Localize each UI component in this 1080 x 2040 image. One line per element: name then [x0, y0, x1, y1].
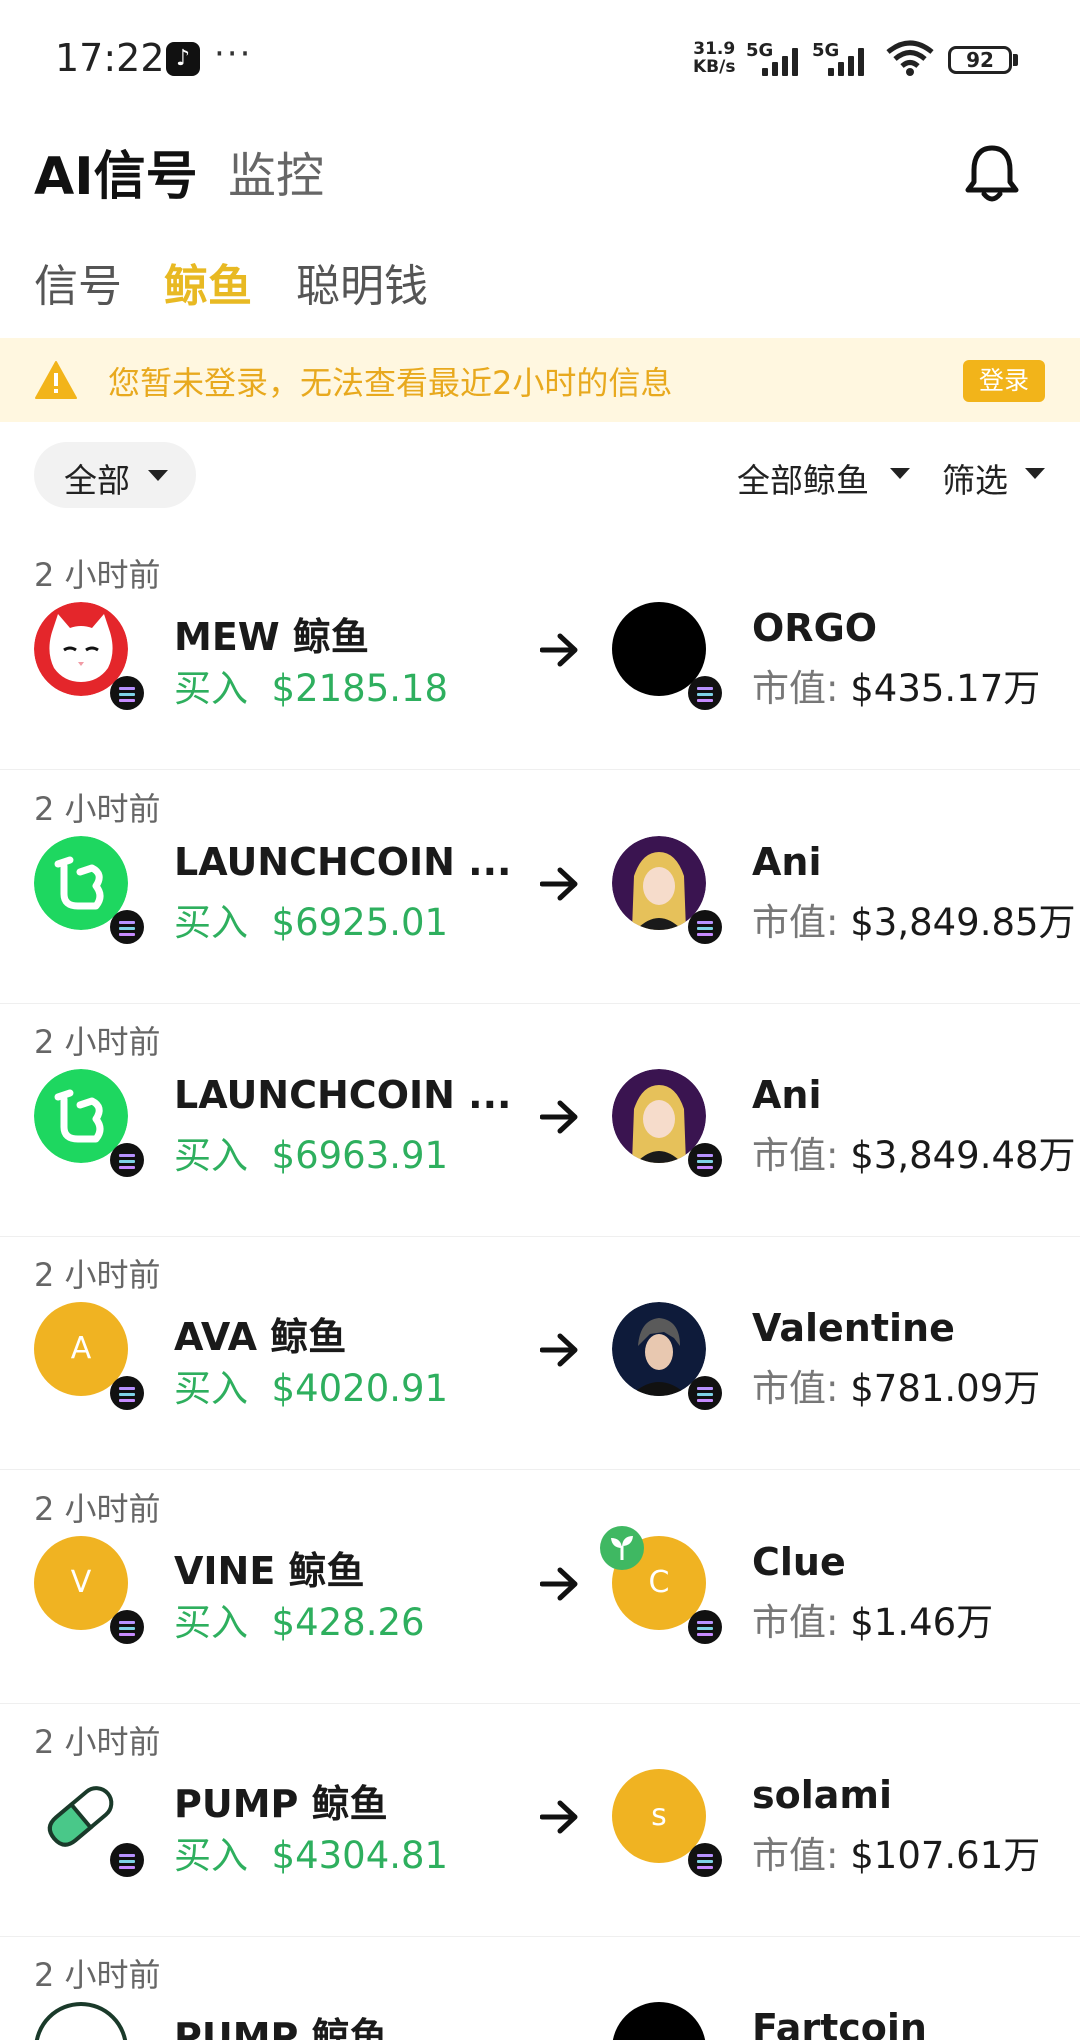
- tab-smart-money[interactable]: 聪明钱: [296, 250, 428, 314]
- whale-filter[interactable]: 全部鲸鱼: [737, 454, 869, 502]
- arrow-right-icon: [540, 633, 578, 667]
- solana-chain-icon: [688, 1143, 722, 1177]
- whale-name: PUMP 鲸鱼: [174, 2015, 388, 2040]
- whale-name: AVA 鲸鱼: [174, 1315, 347, 1359]
- solana-chain-icon: [110, 1843, 144, 1877]
- warning-icon: [35, 361, 77, 399]
- whale-name: LAUNCHCOIN ...: [174, 840, 512, 884]
- market-cap: 市值: $107.61万: [752, 1834, 1041, 1877]
- more-notifications-icon: ···: [214, 34, 253, 74]
- category-filter[interactable]: 全部: [34, 442, 196, 508]
- item-time: 2 小时前: [34, 556, 161, 594]
- market-cap: 市值: $435.17万: [752, 667, 1041, 710]
- token-name: Ani: [752, 840, 822, 884]
- item-time: 2 小时前: [34, 1723, 161, 1761]
- arrow-right-icon: [540, 1800, 578, 1834]
- arrow-right-icon: [540, 1100, 578, 1134]
- solana-chain-icon: [688, 1843, 722, 1877]
- token-name: Fartcoin: [752, 2006, 927, 2040]
- token-name: Valentine: [752, 1306, 955, 1350]
- solana-chain-icon: [688, 910, 722, 944]
- login-button[interactable]: 登录: [963, 360, 1045, 402]
- market-cap: 市值: $3,849.48万: [752, 1134, 1076, 1177]
- tab-signal[interactable]: 信号: [34, 250, 122, 314]
- whale-filter-label: 全部鲸鱼: [737, 461, 869, 500]
- solana-chain-icon: [110, 676, 144, 710]
- item-time: 2 小时前: [34, 1256, 161, 1294]
- signal-1-icon: [762, 46, 804, 76]
- buy-amount: 买入 $4020.91: [174, 1367, 449, 1410]
- token-name: Ani: [752, 1073, 822, 1117]
- token-name: solami: [752, 1773, 893, 1817]
- solana-chain-icon: [110, 1143, 144, 1177]
- market-cap: 市值: $3,849.85万: [752, 901, 1076, 944]
- market-cap: 市值: $781.09万: [752, 1367, 1041, 1410]
- whale-name: VINE 鲸鱼: [174, 1549, 365, 1593]
- item-time: 2 小时前: [34, 1956, 161, 1994]
- item-time: 2 小时前: [34, 1490, 161, 1528]
- item-time: 2 小时前: [34, 1023, 161, 1061]
- feed-item[interactable]: 2 小时前 A AVA 鲸鱼 买入 $4020.91 Valentine 市值:…: [0, 1236, 1080, 1470]
- login-notice-bar: 您暂未登录，无法查看最近2小时的信息 登录: [0, 338, 1080, 422]
- category-filter-label: 全部: [64, 461, 130, 500]
- solana-chain-icon: [688, 1376, 722, 1410]
- solana-chain-icon: [110, 1376, 144, 1410]
- arrow-right-icon: [540, 867, 578, 901]
- whale-name: MEW 鲸鱼: [174, 615, 369, 659]
- tiktok-notification-icon: ♪: [166, 42, 200, 76]
- status-bar: 17:22 ♪ ··· 31.9 KB/s 5G 5G 92: [0, 0, 1080, 120]
- arrow-right-icon: [540, 1333, 578, 1367]
- tab-whale[interactable]: 鲸鱼: [164, 250, 252, 314]
- feed-item[interactable]: 2 小时前 PUMP 鲸鱼 Fartcoin: [0, 1936, 1080, 2040]
- token-name: Clue: [752, 1540, 846, 1584]
- arrow-right-icon: [540, 1567, 578, 1601]
- solana-chain-icon: [688, 1610, 722, 1644]
- feed-item[interactable]: 2 小时前 LAUNCHCOIN ... 买入 $6963.91 Ani 市值:…: [0, 1003, 1080, 1237]
- bell-icon[interactable]: [962, 142, 1022, 204]
- buy-amount: 买入 $6925.01: [174, 901, 449, 944]
- status-time: 17:22: [55, 36, 165, 80]
- token-name: ORGO: [752, 606, 878, 650]
- monitor-tab[interactable]: 监控: [228, 136, 324, 206]
- caret-down-icon: [1025, 468, 1045, 479]
- page-title: AI信号: [34, 147, 198, 207]
- signal-2-icon: [828, 46, 870, 76]
- network-speed: 31.9 KB/s: [693, 39, 736, 77]
- caret-down-icon: [148, 470, 168, 481]
- caret-down-icon: [890, 468, 910, 479]
- wifi-icon: [886, 40, 934, 76]
- buy-amount: 买入 $4304.81: [174, 1834, 449, 1877]
- feed-item[interactable]: 2 小时前 PUMP 鲸鱼 买入 $4304.81 s solami 市值: $…: [0, 1703, 1080, 1937]
- market-cap: 市值: $1.46万: [752, 1601, 994, 1644]
- fartcoin-icon: [612, 2002, 706, 2040]
- solana-chain-icon: [110, 910, 144, 944]
- screen-filter[interactable]: 筛选: [942, 454, 1008, 502]
- solana-chain-icon: [110, 1610, 144, 1644]
- notice-text: 您暂未登录，无法查看最近2小时的信息: [108, 364, 673, 402]
- screen-filter-label: 筛选: [942, 461, 1008, 500]
- solana-chain-icon: [688, 676, 722, 710]
- whale-name: LAUNCHCOIN ...: [174, 1073, 512, 1117]
- feed-item[interactable]: 2 小时前 LAUNCHCOIN ... 买入 $6925.01 Ani 市值:…: [0, 770, 1080, 1004]
- item-time: 2 小时前: [34, 790, 161, 828]
- pill-icon: [34, 2002, 128, 2040]
- buy-amount: 买入 $6963.91: [174, 1134, 449, 1177]
- buy-amount: 买入 $2185.18: [174, 667, 449, 710]
- sprout-new-icon: [600, 1526, 644, 1570]
- feed-item[interactable]: 2 小时前 MEW 鲸鱼 买入 $2185.18 ORGO 市值: $435.1…: [0, 536, 1080, 770]
- battery-tip: [1013, 54, 1018, 66]
- whale-name: PUMP 鲸鱼: [174, 1782, 388, 1826]
- feed-item[interactable]: 2 小时前 V VINE 鲸鱼 买入 $428.26 C Clue 市值: $1…: [0, 1470, 1080, 1704]
- buy-amount: 买入 $428.26: [174, 1601, 425, 1644]
- battery-icon: 92: [948, 46, 1012, 74]
